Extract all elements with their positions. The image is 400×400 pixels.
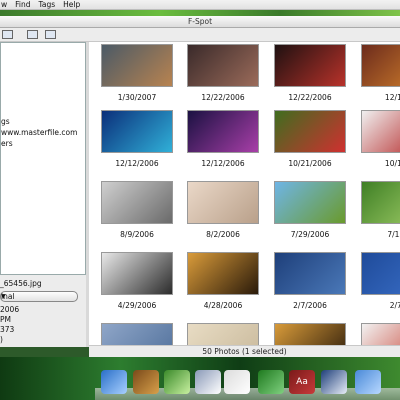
photo-date: 2/7/2006 [293, 301, 327, 310]
photo-grid: 1/30/2007 12/22/2006 12/22/2006 12/15/12/12… [89, 42, 400, 345]
photo-thumbnail[interactable] [274, 181, 346, 224]
photo-thumbnail[interactable] [101, 252, 173, 295]
photo-date: 12/22/2006 [288, 93, 332, 102]
import-icon[interactable] [2, 30, 13, 39]
status-bar: 50 Photos (1 selected) [89, 345, 400, 357]
info-date: 2006 [0, 305, 20, 314]
fullscreen-icon[interactable] [27, 30, 38, 39]
photo-thumbnail[interactable] [361, 252, 400, 295]
slideshow-icon[interactable] [45, 30, 56, 39]
photo-thumbnail[interactable] [274, 323, 346, 345]
photo-thumbnail[interactable] [274, 44, 346, 87]
menu-item-edit[interactable]: w [1, 0, 7, 10]
photo-thumbnail[interactable] [187, 44, 259, 87]
menu-item-help[interactable]: Help [63, 0, 80, 10]
info-time: PM [0, 315, 11, 324]
menubar: w Find Tags Help [0, 0, 400, 10]
photo-date: 4/29/2006 [117, 301, 157, 310]
photo-thumbnail[interactable] [101, 44, 173, 87]
photo-date: 12/22/2006 [201, 93, 245, 102]
menu-item-find[interactable]: Find [15, 0, 30, 10]
photo-count: 50 Photos (1 selected) [202, 347, 287, 356]
sidebar-item-others[interactable]: ers [1, 139, 13, 148]
toolbar [0, 28, 400, 42]
photo-thumbnail[interactable] [187, 323, 259, 345]
window-dock-icon[interactable] [321, 370, 347, 394]
info-size: 373 [0, 325, 15, 334]
document-dock-icon[interactable] [224, 370, 250, 394]
menu-item-tags[interactable]: Tags [39, 0, 56, 10]
photo-date: 10/21/2006 [288, 159, 332, 168]
music-dock-icon[interactable] [164, 370, 190, 394]
photo-thumbnail[interactable] [101, 323, 173, 345]
sun-dock-icon[interactable] [195, 370, 221, 394]
photo-thumbnail[interactable] [274, 110, 346, 153]
photo-thumbnail[interactable] [361, 323, 400, 345]
photo-date: 10/17/ [384, 159, 400, 168]
sidebar-item-masterfile[interactable]: www.masterfile.com [1, 128, 77, 137]
photo-date: 12/12/2006 [115, 159, 159, 168]
version-select[interactable]: inal ▼ [0, 291, 78, 302]
photo-dock-icon[interactable] [133, 370, 159, 394]
photo-thumbnail[interactable] [187, 110, 259, 153]
photo-date: 12/15/ [384, 93, 400, 102]
photo-date: 8/2/2006 [206, 230, 240, 239]
globe-dock-icon[interactable] [101, 370, 127, 394]
tag-sidebar: gs www.masterfile.com ers [0, 42, 86, 275]
finder-dock-icon[interactable] [355, 370, 381, 394]
photo-date: 7/15/ [387, 230, 400, 239]
chevron-down-icon: ▼ [1, 293, 6, 300]
photo-info-panel: _65456.jpg inal ▼ 2006 PM 373 ) [0, 275, 86, 347]
info-dock-icon[interactable] [258, 370, 284, 394]
photo-date: 2/7/ [389, 301, 400, 310]
photo-thumbnail[interactable] [274, 252, 346, 295]
photo-date: 4/28/2006 [203, 301, 243, 310]
photo-thumbnail[interactable] [101, 110, 173, 153]
info-extra: ) [0, 335, 3, 344]
photo-thumbnail[interactable] [361, 44, 400, 87]
sidebar-item-tags[interactable]: gs [1, 117, 10, 126]
photo-date: 8/9/2006 [120, 230, 154, 239]
dictionary-dock-icon[interactable]: Aa [289, 370, 315, 394]
photo-thumbnail[interactable] [361, 110, 400, 153]
photo-thumbnail[interactable] [361, 181, 400, 224]
photo-thumbnail[interactable] [101, 181, 173, 224]
photo-date: 1/30/2007 [117, 93, 157, 102]
window-title: F-Spot [187, 17, 213, 26]
window-titlebar: F-Spot [0, 16, 400, 28]
photo-date: 7/29/2006 [290, 230, 330, 239]
info-filename: _65456.jpg [0, 279, 42, 288]
photo-thumbnail[interactable] [187, 181, 259, 224]
photo-thumbnail[interactable] [187, 252, 259, 295]
photo-date: 12/12/2006 [201, 159, 245, 168]
